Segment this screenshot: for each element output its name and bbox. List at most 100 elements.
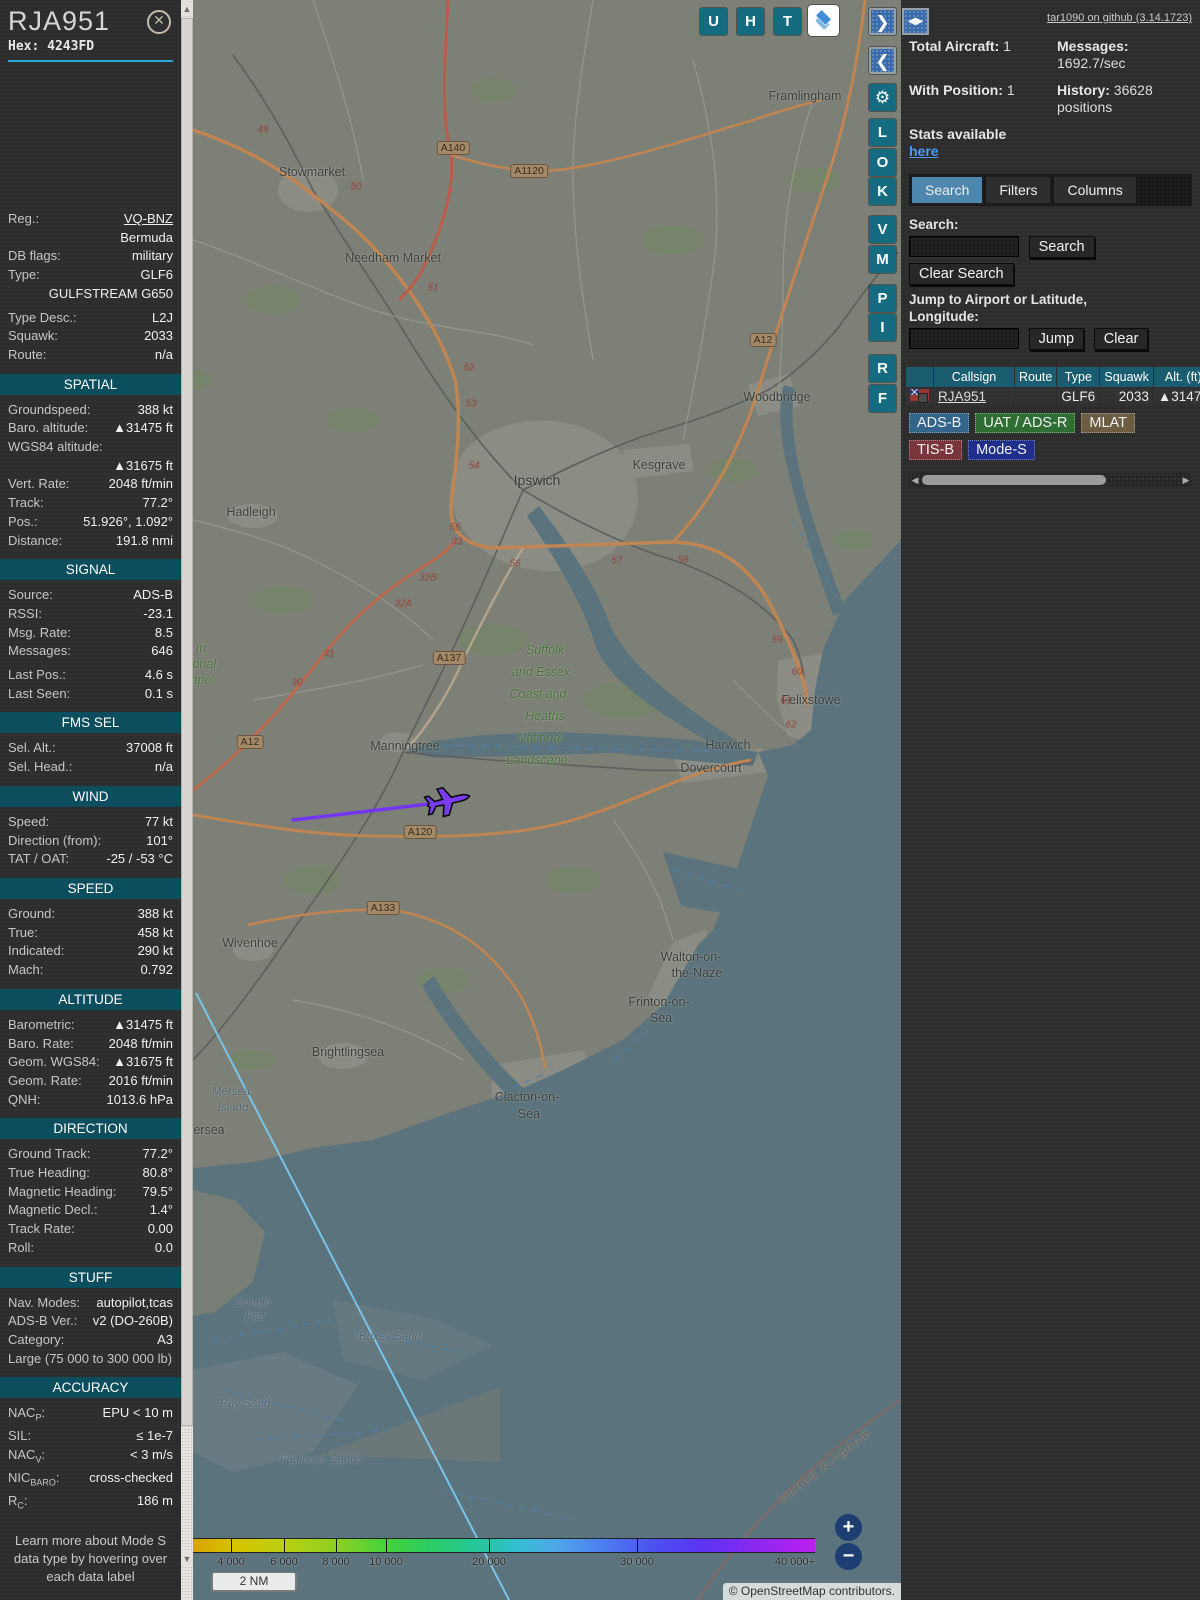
tab-filters[interactable]: Filters (986, 177, 1050, 203)
jump-input[interactable] (909, 328, 1019, 349)
alt-cell: ▲31475 (1154, 388, 1200, 405)
data-label: Magnetic Decl.: (8, 1201, 98, 1220)
data-value: EPU < 10 m (103, 1404, 173, 1423)
data-value: GULFSTREAM G650 (49, 285, 173, 304)
column-header[interactable]: Callsign (934, 367, 1014, 387)
data-row: SIL:≤ 1e-7 (0, 1427, 181, 1446)
callsign-cell[interactable]: RJA951 (934, 388, 1014, 405)
squawk-cell: 2033 (1100, 388, 1152, 405)
data-row: GULFSTREAM G650 (0, 285, 181, 304)
panel-collapse-button[interactable]: ◀▶ (902, 8, 929, 35)
section-header: WIND (0, 786, 181, 807)
map-button-v[interactable]: V (869, 216, 896, 243)
data-row: Vert. Rate:2048 ft/min (0, 475, 181, 494)
data-row: DB flags:military (0, 247, 181, 266)
github-link[interactable]: tar1090 on github (3.14.1723) (909, 12, 1192, 24)
table-row[interactable]: RJA951 GLF6 2033 ▲31475 (906, 388, 1200, 405)
data-value: GLF6 (140, 266, 173, 285)
stats-here-link[interactable]: here (909, 143, 939, 159)
scroll-right-icon[interactable]: ▶ (1180, 473, 1192, 487)
map-button-t[interactable]: T (774, 8, 801, 35)
data-value: ▲31675 ft (113, 457, 173, 476)
colorbar-label: 6 000 (270, 1556, 298, 1568)
colorbar-label: 10 000 (369, 1556, 403, 1568)
data-row: QNH:1013.6 hPa (0, 1091, 181, 1110)
column-header[interactable]: Type (1057, 367, 1099, 387)
data-label: Track: (8, 494, 44, 513)
scroll-up-icon[interactable]: ▲ (181, 2, 193, 16)
settings-gear-icon[interactable]: ⚙ (869, 84, 896, 111)
messages-value: 1692.7/sec (1057, 55, 1126, 71)
close-icon[interactable]: ✕ (147, 10, 171, 34)
hscroll-thumb[interactable] (922, 475, 1106, 485)
map-button-k[interactable]: K (869, 178, 896, 205)
map-viewport[interactable]: StowmarketFramlinghamNeedham MarketIpswi… (193, 0, 901, 1600)
tab-columns[interactable]: Columns (1054, 177, 1135, 203)
sidebar-footer-note: Learn more about Mode S data type by hov… (0, 1532, 181, 1586)
data-label: Baro. Rate: (8, 1035, 74, 1054)
search-input[interactable] (909, 236, 1019, 257)
data-value: 2016 ft/min (109, 1072, 173, 1091)
panel-tabs: SearchFiltersColumns (909, 174, 1192, 206)
stats-available-label: Stats available (909, 126, 1006, 142)
data-value: v2 (DO-260B) (93, 1312, 173, 1331)
layer-switcher-button[interactable] (808, 5, 839, 36)
scroll-down-icon[interactable]: ▼ (181, 1552, 193, 1566)
map-attribution[interactable]: © OpenStreetMap contributors. (723, 1583, 901, 1600)
map-button-m[interactable]: M (869, 246, 896, 273)
data-label: RSSI: (8, 605, 42, 624)
column-header[interactable]: Route (1015, 367, 1056, 387)
column-header[interactable]: Squawk (1100, 367, 1152, 387)
colorbar-label: 30 000 (620, 1556, 654, 1568)
data-row: NACV:< 3 m/s (0, 1446, 181, 1469)
data-row: Geom. WGS84:▲31675 ft (0, 1053, 181, 1072)
map-button-f[interactable]: F (869, 385, 896, 412)
colorbar-tick (637, 1539, 638, 1552)
data-label-sub: BARO (30, 1478, 56, 1488)
jump-clear-button[interactable]: Clear (1094, 328, 1149, 350)
data-row: True:458 kt (0, 924, 181, 943)
data-value: 79.5° (142, 1183, 173, 1202)
search-button[interactable]: Search (1029, 236, 1095, 258)
data-value: 0.1 s (145, 685, 173, 704)
data-row: Bermuda (0, 229, 181, 248)
map-button-p[interactable]: P (869, 285, 896, 312)
jump-button[interactable]: Jump (1029, 328, 1084, 350)
scroll-left-icon[interactable]: ◀ (909, 473, 921, 487)
scrollbar-thumb[interactable] (181, 18, 193, 1426)
table-horizontal-scrollbar[interactable]: ◀ ▶ (909, 473, 1192, 487)
data-row: Roll:0.0 (0, 1239, 181, 1258)
colorbar-label: 4 000 (217, 1556, 245, 1568)
jump-row: Jump Clear (909, 325, 1192, 350)
data-value[interactable]: VQ-BNZ (124, 210, 173, 229)
data-value: ▲31475 ft (113, 1016, 173, 1035)
data-row: Mach:0.792 (0, 961, 181, 980)
sidebar-scrollbar[interactable]: ▲ ▼ (181, 0, 193, 1600)
colorbar-tick (489, 1539, 490, 1552)
map-button-h[interactable]: H (737, 8, 764, 35)
clear-search-button[interactable]: Clear Search (909, 263, 1014, 285)
panel-collapse-icon[interactable]: ❮ (869, 47, 896, 74)
tab-search[interactable]: Search (912, 177, 982, 203)
column-header[interactable] (906, 367, 933, 387)
zoom-in-button[interactable]: + (835, 1514, 862, 1541)
data-row: ADS-B Ver.:v2 (DO-260B) (0, 1312, 181, 1331)
map-button-u[interactable]: U (700, 8, 727, 35)
column-header[interactable]: Alt. (ft) (1154, 367, 1200, 387)
data-row: Route:n/a (0, 346, 181, 365)
map-button-r[interactable]: R (869, 355, 896, 382)
callsign-link[interactable]: RJA951 (938, 389, 986, 404)
zoom-out-button[interactable]: − (835, 1543, 862, 1570)
legend-chip: MLAT (1081, 413, 1135, 433)
map-button-o[interactable]: O (869, 149, 896, 176)
total-aircraft: Total Aircraft: 1 (909, 38, 1057, 72)
history-positions: History: 36628 positions (1057, 82, 1192, 116)
hex-label: Hex: (8, 39, 39, 54)
map-button-l[interactable]: L (869, 119, 896, 146)
map-button-i[interactable]: I (869, 314, 896, 341)
aircraft-table-header: CallsignRouteTypeSquawkAlt. (ft)Spd (906, 367, 1200, 387)
data-row: Sel. Alt.:37008 ft (0, 739, 181, 758)
data-label: WGS84 altitude: (8, 438, 103, 457)
panel-expand-icon[interactable]: ❯ (869, 8, 896, 35)
map-scale-bar: 2 NM (211, 1572, 297, 1592)
